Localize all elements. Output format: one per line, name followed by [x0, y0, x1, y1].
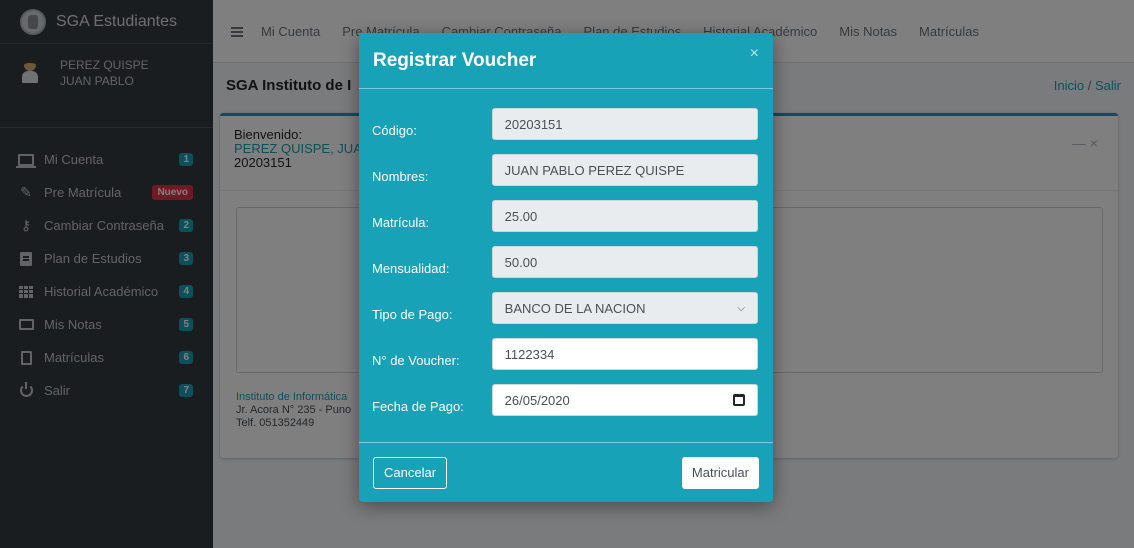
modal-title: Registrar Voucher	[373, 49, 537, 71]
nombres-label: Nombres:	[372, 168, 429, 184]
close-icon[interactable]: ×	[750, 45, 759, 63]
modal-body: Código: 20203151 Nombres: JUAN PABLO PER…	[359, 89, 773, 442]
matricula-label: Matrícula:	[372, 214, 430, 230]
codigo-value: 20203151	[504, 116, 563, 132]
nombres-field: JUAN PABLO PEREZ QUISPE	[491, 154, 758, 186]
tipo-pago-label: Tipo de Pago:	[372, 306, 453, 322]
calendar-icon[interactable]	[733, 394, 745, 406]
fecha-label: Fecha de Pago:	[372, 398, 464, 414]
matricula-field: 25.00	[491, 200, 758, 232]
form-row-voucher: N° de Voucher: 1122334	[372, 331, 758, 377]
voucher-label: N° de Voucher:	[372, 352, 460, 368]
nombres-value: JUAN PABLO PEREZ QUISPE	[504, 162, 685, 178]
fecha-date-input[interactable]: 26/05/2020	[491, 384, 758, 416]
matricular-button[interactable]: Matricular	[681, 456, 759, 489]
form-row-tipo-pago: Tipo de Pago: BANCO DE LA NACION ⌵	[372, 285, 758, 331]
codigo-field: 20203151	[491, 108, 758, 140]
form-row-nombres: Nombres: JUAN PABLO PEREZ QUISPE	[372, 147, 758, 193]
form-row-fecha: Fecha de Pago: 26/05/2020	[372, 377, 758, 423]
cancel-button[interactable]: Cancelar	[373, 456, 448, 489]
form-row-matricula: Matrícula: 25.00	[372, 193, 758, 239]
tipo-pago-select[interactable]: BANCO DE LA NACION ⌵	[491, 292, 758, 324]
tipo-pago-value: BANCO DE LA NACION	[504, 300, 646, 316]
modal-footer: Cancelar Matricular	[359, 442, 773, 502]
codigo-label: Código:	[372, 122, 417, 138]
register-voucher-modal: Registrar Voucher × Código: 20203151 Nom…	[359, 33, 773, 502]
fecha-value: 26/05/2020	[504, 392, 570, 408]
matricula-value: 25.00	[504, 208, 538, 224]
voucher-input[interactable]: 1122334	[491, 338, 758, 370]
mensualidad-value: 50.00	[504, 254, 538, 270]
form-row-mensualidad: Mensualidad: 50.00	[372, 239, 758, 285]
voucher-value: 1122334	[504, 346, 555, 362]
chevron-down-icon: ⌵	[737, 302, 745, 314]
mensualidad-field: 50.00	[491, 246, 758, 278]
mensualidad-label: Mensualidad:	[372, 260, 450, 276]
modal-header: Registrar Voucher ×	[359, 33, 773, 89]
form-row-codigo: Código: 20203151	[372, 101, 758, 147]
